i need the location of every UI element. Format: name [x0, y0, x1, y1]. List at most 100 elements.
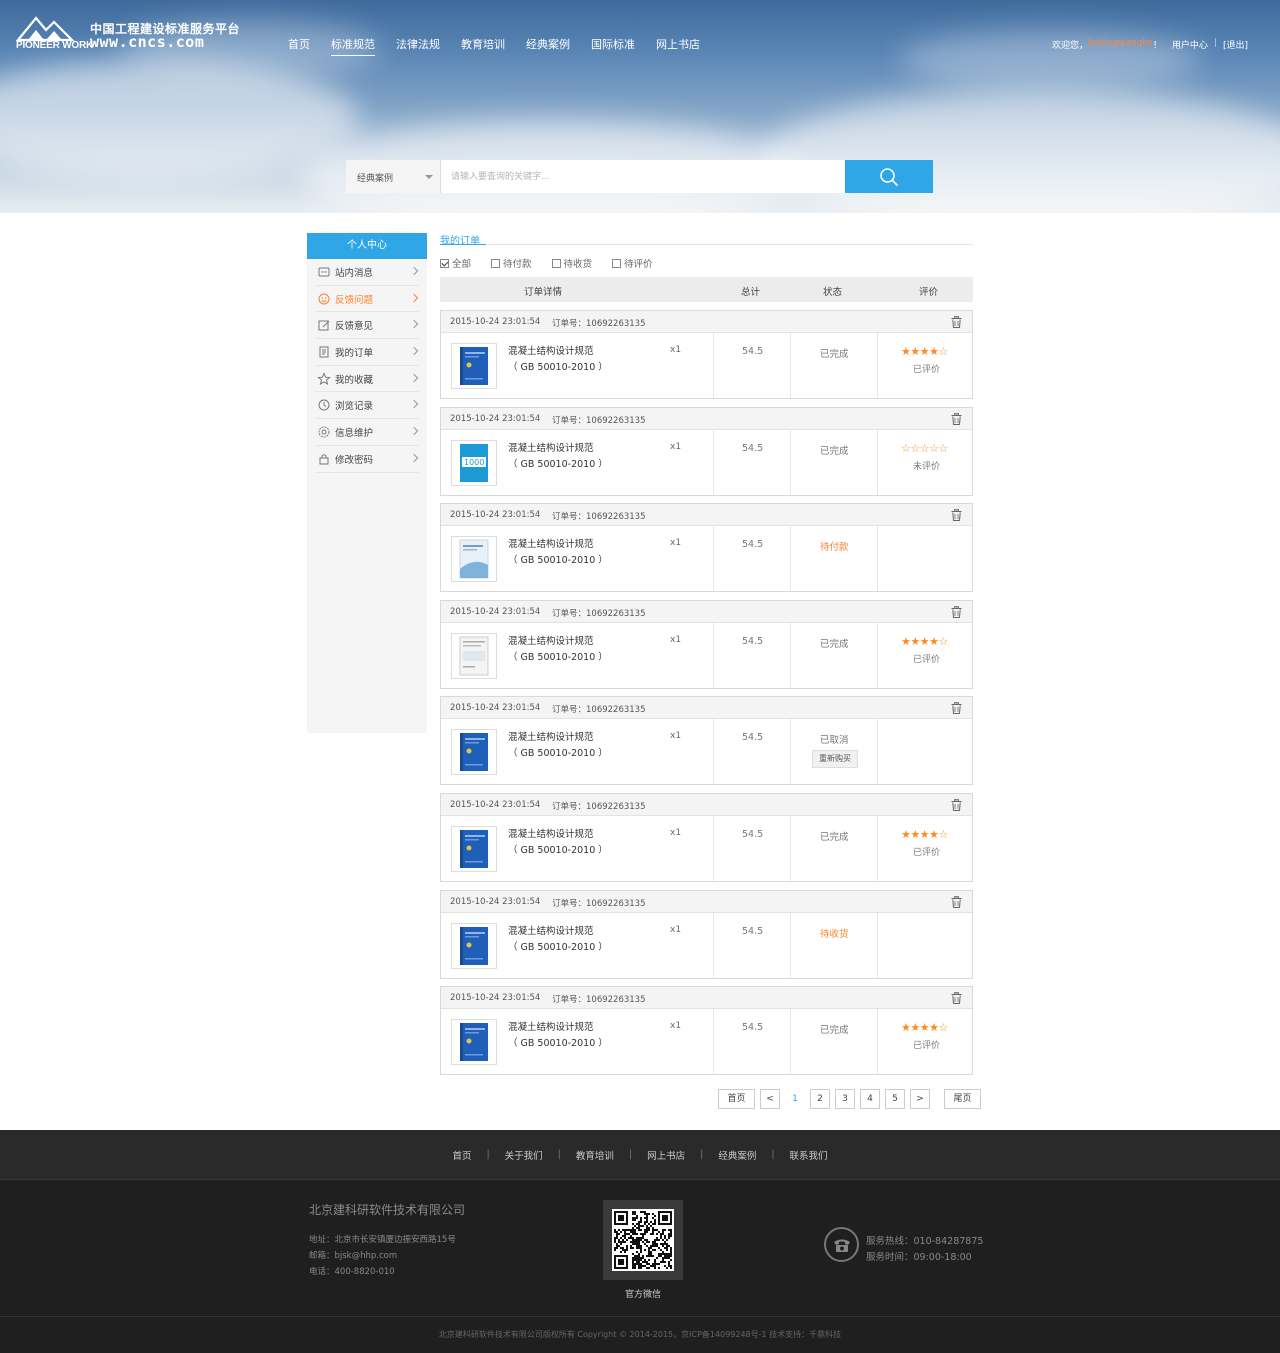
nav-item[interactable]: 教育培训	[461, 36, 505, 56]
order-status: 已完成	[820, 832, 849, 843]
product-title: 混凝土结构设计规范	[508, 442, 594, 454]
footer-nav-item[interactable]: 教育培训	[576, 1148, 614, 1162]
product-thumbnail[interactable]	[451, 1019, 497, 1066]
product-thumbnail[interactable]	[451, 536, 497, 583]
sidebar-item-浏览记录[interactable]: 浏览记录	[315, 392, 419, 420]
product-name[interactable]: 混凝土结构设计规范 （ GB 50010-2010 ）	[508, 537, 608, 569]
product-thumbnail[interactable]: 1000	[451, 439, 497, 486]
search-button[interactable]	[845, 160, 933, 193]
order-total: 54.5	[742, 732, 764, 744]
sidebar-item-站内消息[interactable]: 站内消息	[315, 259, 419, 286]
filter-全部[interactable]: 全部	[440, 256, 471, 270]
checkbox[interactable]	[491, 258, 501, 268]
sidebar-item-反馈问题[interactable]: 反馈问题	[315, 286, 419, 313]
filter-待收货[interactable]: 待收货	[551, 256, 592, 270]
nav-item[interactable]: 法律法规	[396, 36, 440, 56]
pager-page-2[interactable]: 2	[810, 1089, 830, 1109]
pager-prev-button[interactable]: <	[760, 1089, 780, 1109]
product-thumbnail[interactable]	[451, 632, 497, 679]
footer-nav-item[interactable]: 关于我们	[505, 1148, 543, 1162]
sidebar-item-我的收藏[interactable]: 我的收藏	[315, 366, 419, 393]
logout-link[interactable]: [退出]	[1223, 38, 1248, 51]
checkbox[interactable]	[440, 258, 449, 268]
sidebar-item-我的订单[interactable]: 我的订单	[315, 339, 419, 366]
order-total: 54.5	[742, 635, 764, 647]
user-center-link[interactable]: 用户中心	[1172, 38, 1208, 51]
service-hotline: 服务热线：010-84287875	[866, 1236, 984, 1247]
trash-icon[interactable]	[951, 895, 962, 908]
product-title: 混凝土结构设计规范	[508, 346, 594, 357]
filter-label: 待评价	[624, 259, 653, 270]
pager-page-4[interactable]: 4	[860, 1089, 880, 1109]
service-hours: 服务时间：09:00-18:00	[866, 1252, 972, 1263]
filter-待评价[interactable]: 待评价	[612, 256, 653, 270]
footer-nav-separator: |	[557, 1149, 561, 1160]
product-name[interactable]: 混凝土结构设计规范 （ GB 50010-2010 ）	[508, 344, 608, 376]
search-input[interactable]	[441, 160, 845, 193]
product-name[interactable]: 混凝土结构设计规范 （ GB 50010-2010 ）	[508, 441, 608, 473]
column-header-rating: 评价	[919, 287, 939, 298]
footer-nav-item[interactable]: 首页	[452, 1148, 471, 1162]
footer-nav-item[interactable]: 联系我们	[790, 1148, 828, 1162]
order-icon	[317, 345, 331, 359]
nav-item[interactable]: 经典案例	[526, 36, 570, 56]
product-quantity: x1	[670, 634, 682, 645]
pager-first-button[interactable]: 首页	[718, 1089, 755, 1109]
nav-item[interactable]: 首页	[288, 36, 310, 56]
sidebar-item-反馈意见[interactable]: 反馈意见	[315, 312, 419, 340]
sidebar-item-label: 反馈意见	[335, 321, 374, 333]
column-divider	[790, 719, 791, 785]
trash-icon[interactable]	[951, 412, 962, 425]
product-name[interactable]: 混凝土结构设计规范 （ GB 50010-2010 ）	[508, 730, 608, 762]
header-banner: PIONEER WORK 中国工程建设标准服务平台 www.cncs.com 首…	[0, 0, 1280, 213]
trash-icon[interactable]	[951, 509, 962, 522]
pager-page-1[interactable]: 1	[785, 1089, 805, 1109]
sidebar-item-信息维护[interactable]: 信息维护	[315, 419, 419, 446]
product-code: （ GB 50010-2010 ）	[508, 748, 608, 760]
product-thumbnail[interactable]	[451, 729, 497, 776]
pager-next-button[interactable]: >	[910, 1089, 930, 1109]
sidebar-item-修改密码[interactable]: 修改密码	[315, 446, 419, 473]
column-divider	[713, 622, 714, 688]
order-number: 订单号：10692263135	[552, 512, 646, 523]
footer-nav-item[interactable]: 网上书店	[647, 1148, 685, 1162]
trash-icon[interactable]	[951, 702, 962, 715]
rebuy-button[interactable]: 重新购买	[812, 750, 858, 769]
product-thumbnail[interactable]	[451, 826, 497, 872]
pager-page-5[interactable]: 5	[885, 1089, 905, 1109]
product-name[interactable]: 混凝土结构设计规范 （ GB 50010-2010 ）	[508, 827, 608, 859]
username-link[interactable]: beijingwangke	[1088, 38, 1153, 51]
trash-icon[interactable]	[951, 605, 962, 618]
site-logo[interactable]: PIONEER WORK 中国工程建设标准服务平台 www.cncs.com	[16, 14, 246, 54]
product-code: （ GB 50010-2010 ）	[508, 651, 608, 663]
pager-last-button[interactable]: 尾页	[944, 1089, 981, 1109]
rating-status: 已评价	[913, 1041, 941, 1052]
sidebar-item-label: 反馈问题	[335, 294, 374, 306]
checkbox[interactable]	[612, 258, 622, 268]
chevron-right-icon	[409, 426, 419, 436]
footer: 首页 | 关于我们 | 教育培训 | 网上书店 | 经典案例 | 联系我们 北京建科研软件技术有限公…	[0, 1130, 1280, 1353]
product-quantity: x1	[670, 345, 682, 355]
checkbox[interactable]	[551, 258, 561, 268]
order-number: 订单号：10692263135	[552, 802, 646, 812]
footer-nav-item[interactable]: 经典案例	[718, 1148, 756, 1162]
trash-icon[interactable]	[951, 992, 962, 1005]
search-category-select[interactable]: 经典案例	[346, 160, 441, 193]
nav-item[interactable]: 国际标准	[591, 36, 635, 56]
product-name[interactable]: 混凝土结构设计规范 （ GB 50010-2010 ）	[508, 634, 608, 666]
footer-phone: 电话：400-8820-010	[309, 1267, 395, 1277]
product-name[interactable]: 混凝土结构设计规范 （ GB 50010-2010 ）	[508, 924, 608, 956]
nav-item[interactable]: 网上书店	[656, 36, 700, 56]
product-thumbnail[interactable]	[451, 343, 497, 389]
product-thumbnail[interactable]	[451, 922, 497, 969]
nav-item[interactable]: 标准规范	[331, 36, 375, 56]
order-header: 2015-10-24 23:01:54 订单号：10692263135	[441, 697, 972, 720]
pager-page-3[interactable]: 3	[835, 1089, 855, 1109]
filter-待付款[interactable]: 待付款	[491, 256, 532, 270]
trash-icon[interactable]	[951, 799, 962, 811]
product-quantity: x1	[670, 828, 682, 838]
column-divider	[713, 816, 714, 881]
svg-text:1000: 1000	[464, 458, 484, 467]
trash-icon[interactable]	[951, 316, 962, 328]
product-name[interactable]: 混凝土结构设计规范 （ GB 50010-2010 ）	[508, 1020, 608, 1052]
